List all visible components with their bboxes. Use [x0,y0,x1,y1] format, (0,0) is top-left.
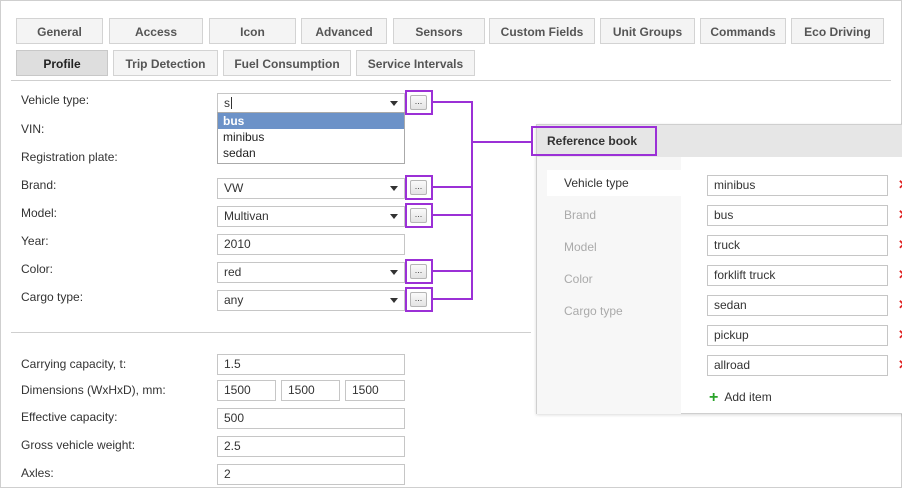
plus-icon: + [709,389,719,406]
delete-icon[interactable]: ✕ [898,238,902,251]
reference-item-input[interactable]: forklift truck [707,265,888,286]
reference-item-input[interactable]: sedan [707,295,888,316]
add-item-button[interactable]: + Add item [709,389,772,407]
tab-service-intervals[interactable]: Service Intervals [356,50,475,76]
dimension-width-input[interactable]: 1500 [217,380,276,401]
model-label: Model: [21,206,58,220]
cargo-type-select[interactable]: any [217,290,405,311]
gross-vehicle-weight-input[interactable]: 2.5 [217,436,405,457]
registration-plate-label: Registration plate: [21,150,118,164]
model-select[interactable]: Multivan [217,206,405,227]
highlight-box [405,90,433,115]
vehicle-type-dropdown-list[interactable]: bus minibus sedan [217,112,405,164]
carrying-capacity-label: Carrying capacity, t: [21,357,127,371]
model-value: Multivan [224,209,269,223]
vehicle-type-combobox[interactable]: s [217,93,405,114]
tab-trip-detection[interactable]: Trip Detection [113,50,218,76]
delete-icon[interactable]: ✕ [898,298,902,311]
add-item-label: Add item [724,390,772,404]
cargo-type-value: any [224,293,244,307]
brand-label: Brand: [21,178,57,192]
section-divider [11,332,531,333]
vehicle-type-input-text[interactable]: s [224,96,230,110]
effective-capacity-label: Effective capacity: [21,410,118,424]
connector-line [471,141,531,143]
dimension-height-input[interactable]: 1500 [281,380,340,401]
text-cursor [231,97,232,109]
carrying-capacity-input[interactable]: 1.5 [217,354,405,375]
chevron-down-icon[interactable] [390,101,398,106]
tab-access[interactable]: Access [109,18,203,44]
tab-fuel-consumption[interactable]: Fuel Consumption [223,50,351,76]
delete-icon[interactable]: ✕ [898,208,902,221]
chevron-down-icon[interactable] [390,186,398,191]
reference-item-input[interactable]: minibus [707,175,888,196]
dropdown-option-bus[interactable]: bus [218,113,404,129]
delete-icon[interactable]: ✕ [898,328,902,341]
effective-capacity-input[interactable]: 500 [217,408,405,429]
dropdown-option-minibus[interactable]: minibus [218,129,404,145]
gross-vehicle-weight-label: Gross vehicle weight: [21,438,136,452]
chevron-down-icon[interactable] [390,270,398,275]
category-vehicle-type[interactable]: Vehicle type [547,170,681,196]
cargo-type-label: Cargo type: [21,290,84,304]
category-color[interactable]: Color [547,266,681,292]
unit-properties-dialog: General Access Icon Advanced Sensors Cus… [0,0,902,488]
tab-general[interactable]: General [16,18,103,44]
tab-commands[interactable]: Commands [700,18,786,44]
year-label: Year: [21,234,49,248]
chevron-down-icon[interactable] [390,298,398,303]
vehicle-type-label: Vehicle type: [21,93,90,107]
brand-select[interactable]: VW [217,178,405,199]
connector-line [471,101,473,300]
connector-line [433,298,473,300]
reference-item-input[interactable]: allroad [707,355,888,376]
chevron-down-icon[interactable] [390,214,398,219]
connector-line [433,214,473,216]
color-label: Color: [21,262,54,276]
reference-book-categories: Vehicle type Brand Model Color Cargo typ… [537,157,681,414]
dimension-depth-input[interactable]: 1500 [345,380,405,401]
color-select[interactable]: red [217,262,405,283]
connector-line [433,186,473,188]
dropdown-option-sedan[interactable]: sedan [218,145,404,161]
delete-icon[interactable]: ✕ [898,268,902,281]
tab-unit-groups[interactable]: Unit Groups [600,18,695,44]
highlight-box [405,259,433,284]
reference-item-input[interactable]: bus [707,205,888,226]
reference-item-input[interactable]: truck [707,235,888,256]
year-input[interactable]: 2010 [217,234,405,255]
highlight-box [405,287,433,312]
category-brand[interactable]: Brand [547,202,681,228]
category-model[interactable]: Model [547,234,681,260]
color-value: red [224,265,242,279]
highlight-box [531,126,657,156]
axles-input[interactable]: 2 [217,464,405,485]
dimensions-label: Dimensions (WxHxD), mm: [21,383,166,397]
vin-label: VIN: [21,122,45,136]
connector-line [433,270,473,272]
tab-profile[interactable]: Profile [16,50,108,76]
tab-eco-driving[interactable]: Eco Driving [791,18,884,44]
highlight-box [405,203,433,228]
tab-icon[interactable]: Icon [209,18,296,44]
tab-sensors[interactable]: Sensors [393,18,485,44]
tabs-divider [11,80,891,81]
reference-item-input[interactable]: pickup [707,325,888,346]
delete-icon[interactable]: ✕ [898,178,902,191]
delete-icon[interactable]: ✕ [898,358,902,371]
category-cargo-type[interactable]: Cargo type [547,298,681,324]
tab-advanced[interactable]: Advanced [301,18,387,44]
brand-value: VW [224,181,244,195]
highlight-box [405,175,433,200]
reference-book-panel: Reference book Vehicle type Brand Model … [536,124,902,414]
tab-custom-fields[interactable]: Custom Fields [489,18,595,44]
axles-label: Axles: [21,466,54,480]
connector-line [433,101,473,103]
